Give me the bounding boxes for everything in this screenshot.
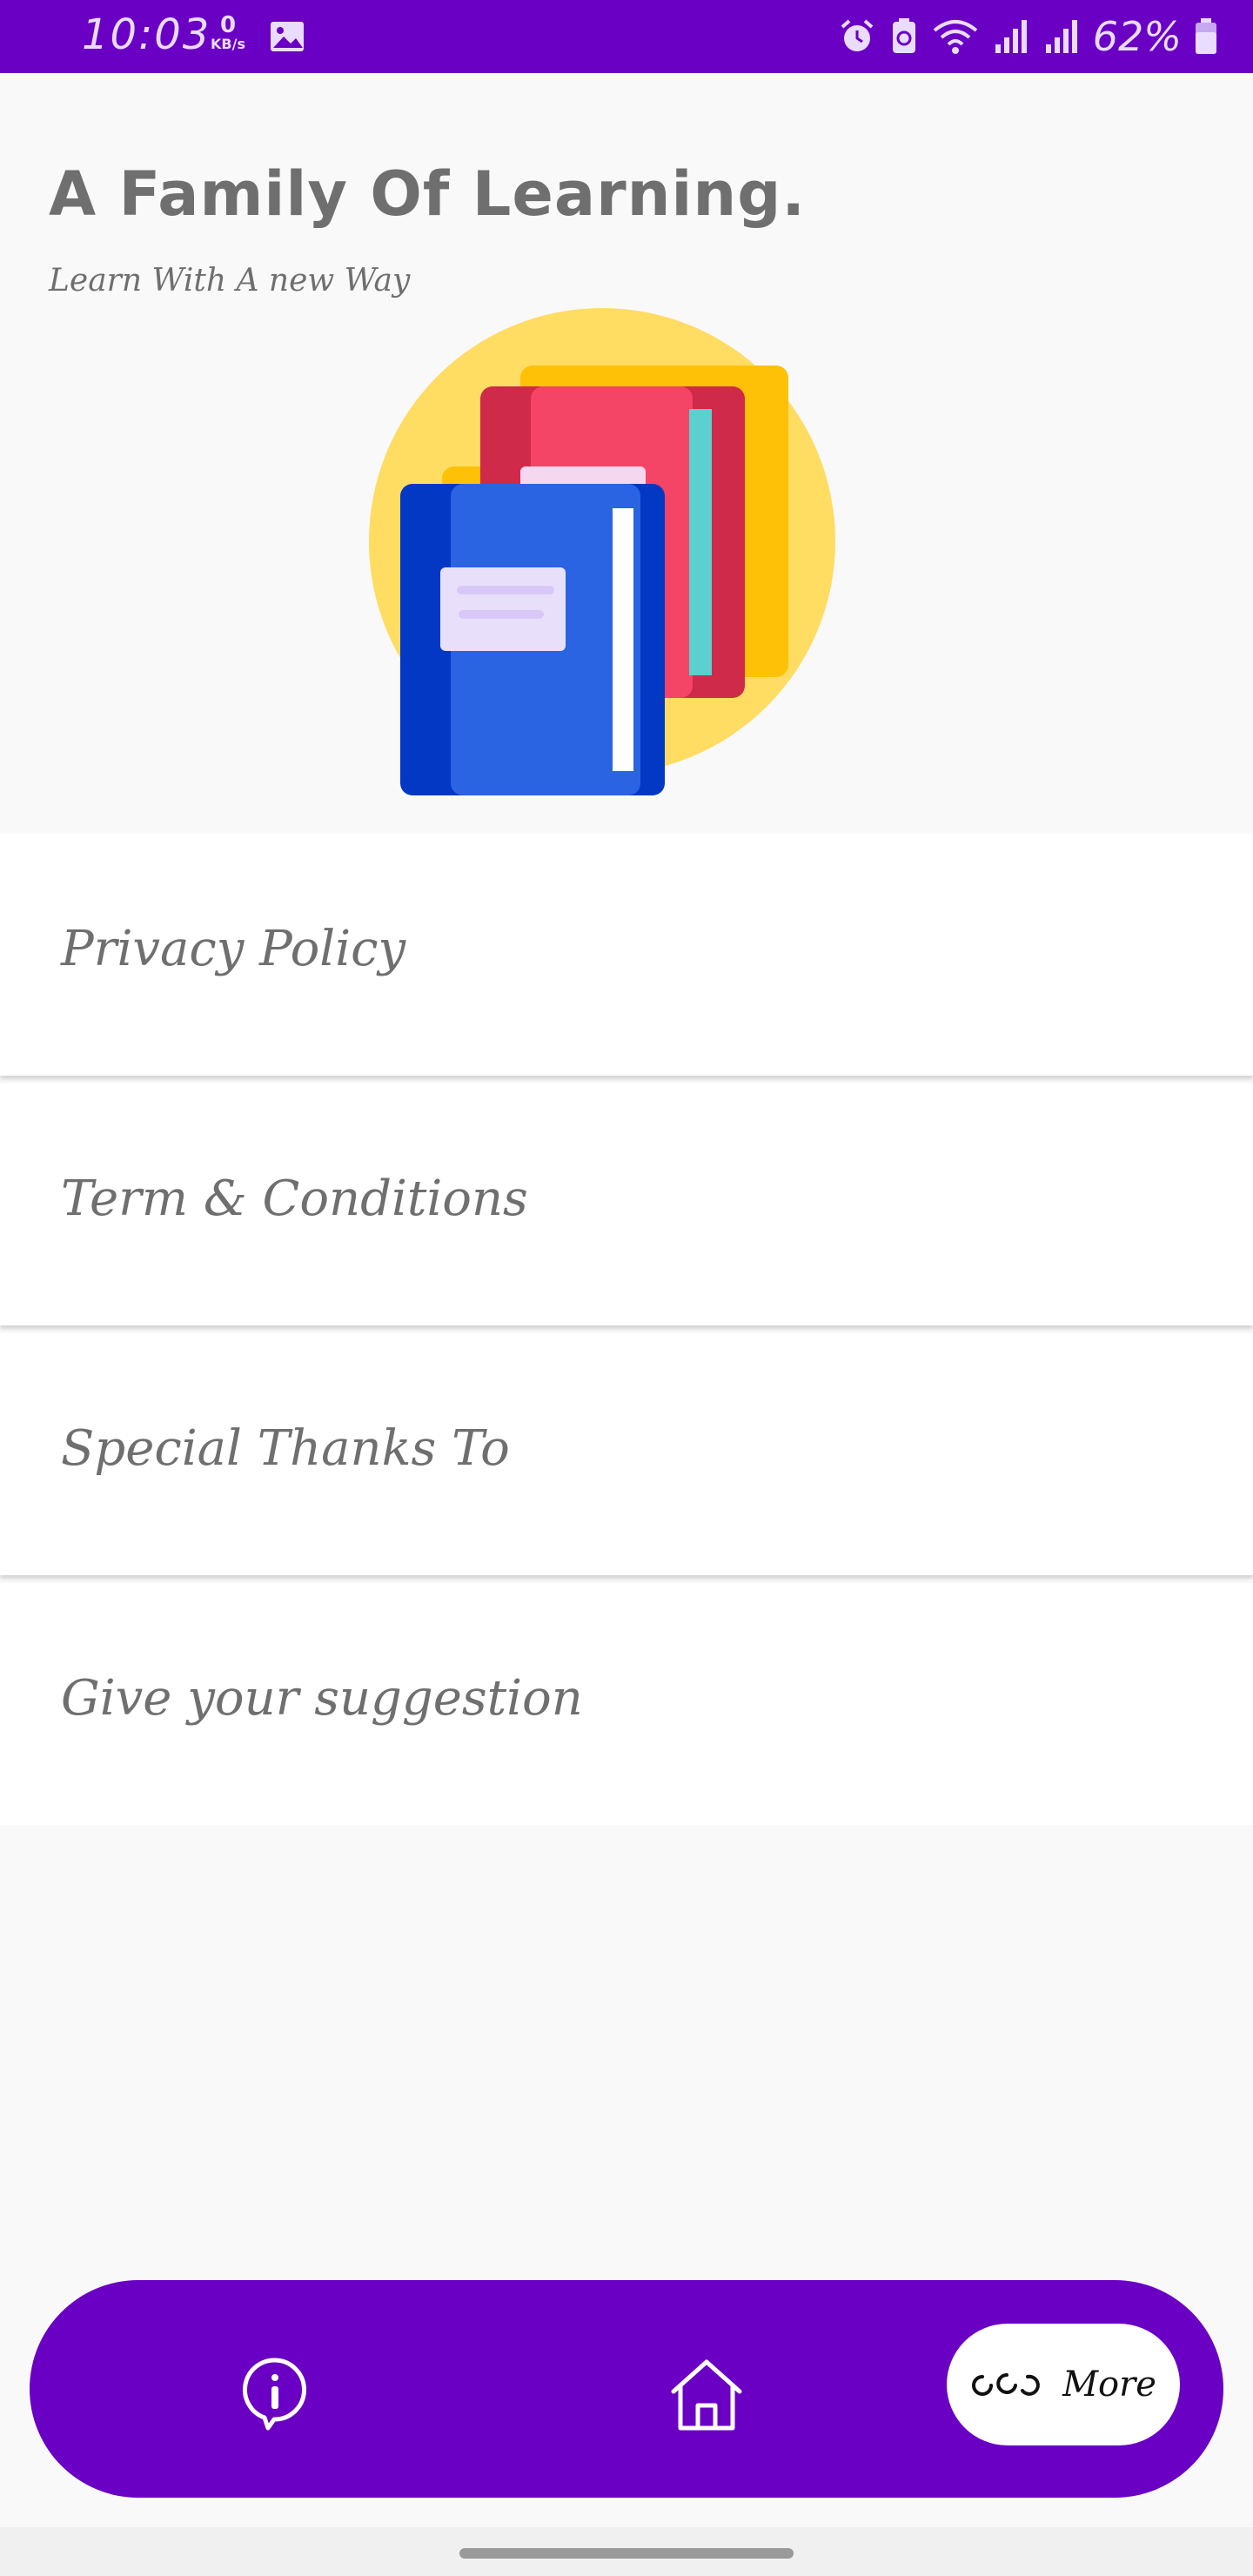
gallery-notification-icon — [271, 22, 304, 51]
bottom-navigation: More — [30, 2280, 1223, 2498]
home-icon[interactable] — [665, 2351, 748, 2435]
more-button[interactable]: More — [947, 2324, 1180, 2445]
network-speed: 0 KB/s — [209, 14, 247, 52]
menu-item-give-suggestion[interactable]: Give your suggestion — [0, 1583, 1253, 1825]
signal-icon-2 — [1045, 20, 1077, 53]
network-speed-unit: KB/s — [211, 36, 245, 52]
status-icons: 62% — [837, 12, 1218, 61]
menu-item-label: Give your suggestion — [61, 1670, 583, 1727]
menu-item-special-thanks[interactable]: Special Thanks To — [0, 1333, 1253, 1575]
alarm-icon — [841, 19, 874, 51]
info-icon[interactable] — [233, 2351, 317, 2435]
page-title: A Family Of Learning. — [49, 158, 806, 230]
menu-item-privacy-policy[interactable]: Privacy Policy — [0, 834, 1253, 1076]
battery-icon — [1196, 18, 1216, 54]
network-speed-value: 0 — [219, 12, 237, 38]
page-subtitle: Learn With A new Way — [49, 263, 411, 299]
menu-item-label: Privacy Policy — [61, 921, 406, 977]
signal-icon — [995, 20, 1027, 53]
battery-percent: 62% — [1092, 13, 1182, 60]
menu-item-label: Special Thanks To — [61, 1420, 510, 1477]
battery-saver-icon — [892, 18, 915, 53]
menu-item-label: Term & Conditions — [61, 1171, 528, 1227]
wifi-icon — [933, 20, 978, 54]
more-label: More — [1062, 2365, 1156, 2405]
books-illustration-icon — [369, 308, 835, 795]
status-time: 10:03 — [82, 10, 211, 59]
menu-item-terms-conditions[interactable]: Term & Conditions — [0, 1083, 1253, 1325]
status-bar: 10:03 0 KB/s 62% — [0, 0, 1253, 73]
home-indicator[interactable] — [459, 2548, 794, 2559]
more-dots-icon — [972, 2373, 1040, 2396]
